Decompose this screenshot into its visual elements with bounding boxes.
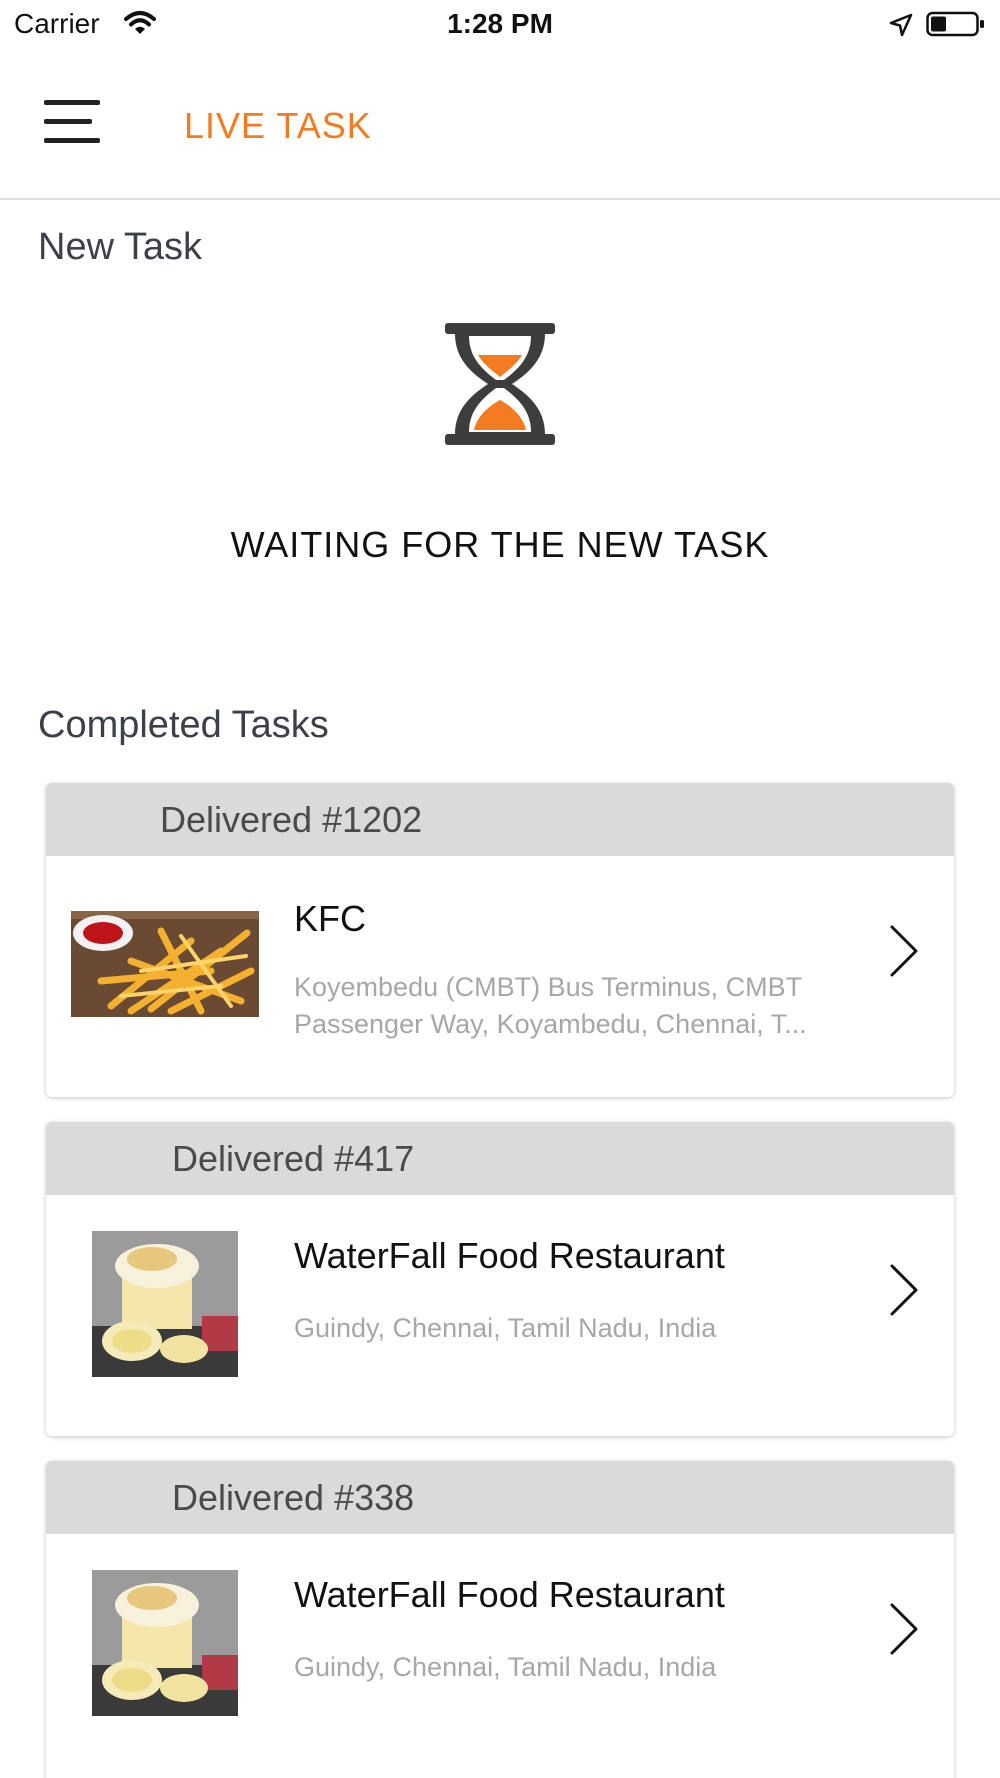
restaurant-name: KFC — [294, 898, 366, 939]
restaurant-address: Koyembedu (CMBT) Bus Terminus, CMBT Pass… — [294, 972, 807, 1039]
waiting-message: WAITING FOR THE NEW TASK — [230, 524, 770, 565]
battery-icon — [926, 11, 984, 37]
delivery-status-label: Delivered #338 — [172, 1477, 415, 1518]
restaurant-name: WaterFall Food Restaurant — [294, 1235, 725, 1276]
task-card[interactable]: Delivered #338 WaterFall Food Restaurant… — [46, 1461, 954, 1778]
task-card-header: Delivered #338 — [46, 1461, 954, 1534]
task-card[interactable]: Delivered #1202 KFC Koyembedu (CMBT) Bus… — [46, 783, 954, 1097]
delivery-status-label: Delivered #417 — [172, 1138, 415, 1179]
restaurant-name: WaterFall Food Restaurant — [294, 1574, 725, 1615]
nav-bar: LIVE TASK — [0, 50, 1000, 200]
restaurant-address: Guindy, Chennai, Tamil Nadu, India — [294, 1652, 717, 1682]
chevron-right-icon[interactable] — [886, 1262, 922, 1318]
task-card-header: Delivered #417 — [46, 1122, 954, 1195]
page-title: LIVE TASK — [184, 105, 372, 146]
food-thumbnail — [92, 1570, 238, 1716]
hamburger-menu-icon[interactable] — [44, 100, 104, 150]
food-thumbnail — [71, 911, 259, 1017]
new-task-heading: New Task — [38, 226, 203, 268]
status-time: 1:28 PM — [447, 8, 553, 39]
chevron-right-icon[interactable] — [886, 923, 922, 979]
chevron-right-icon[interactable] — [886, 1601, 922, 1657]
task-card[interactable]: Delivered #417 WaterFall Food Restaurant… — [46, 1122, 954, 1436]
location-arrow-icon — [889, 13, 913, 37]
delivery-status-label: Delivered #1202 — [160, 799, 423, 840]
food-thumbnail — [92, 1231, 238, 1377]
completed-tasks-heading: Completed Tasks — [38, 704, 329, 746]
task-card-header: Delivered #1202 — [46, 783, 954, 856]
status-bar: Carrier 1:28 PM — [0, 0, 1000, 50]
hourglass-icon — [445, 323, 555, 445]
restaurant-address: Guindy, Chennai, Tamil Nadu, India — [294, 1313, 717, 1343]
